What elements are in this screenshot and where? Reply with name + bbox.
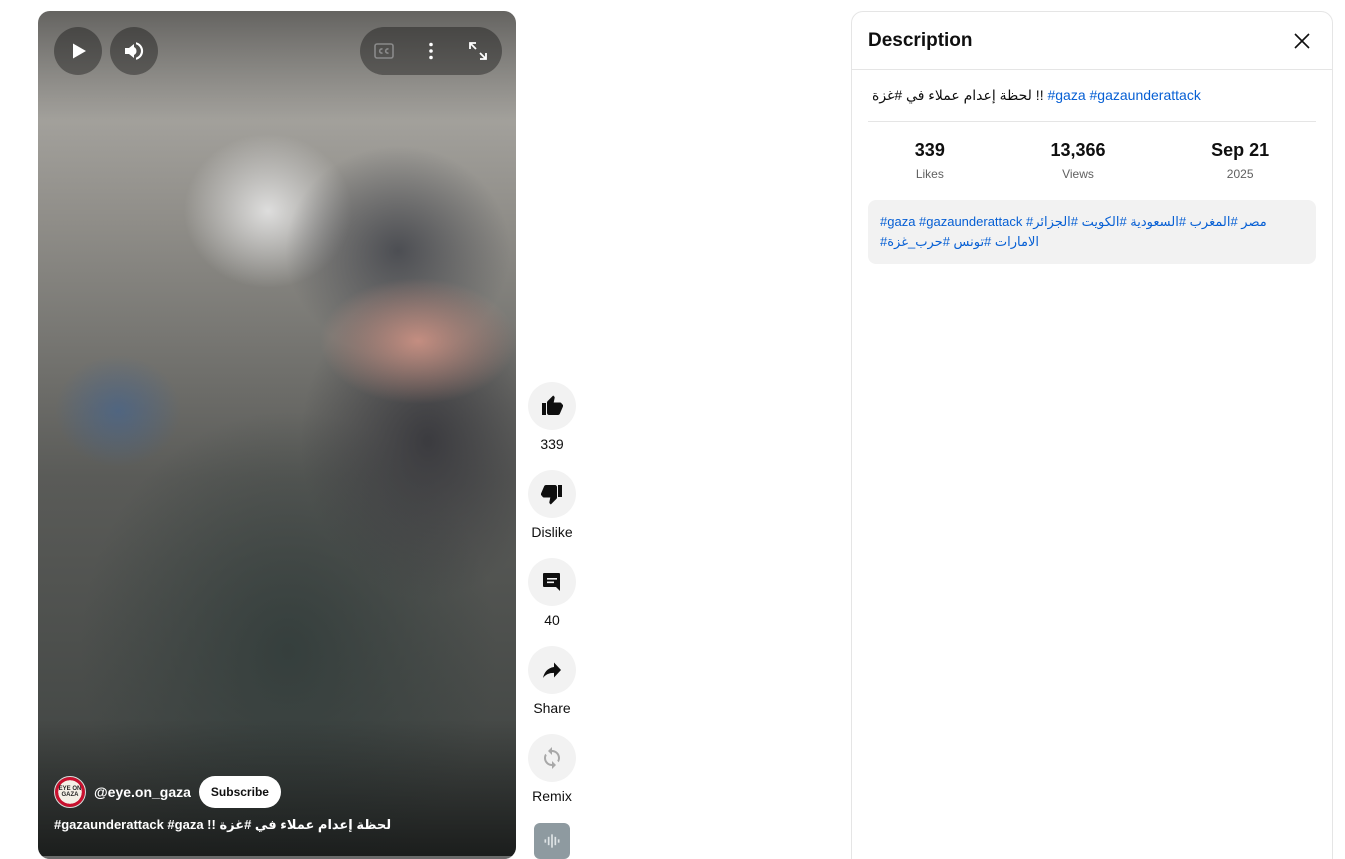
description-heading: Description [868,29,973,51]
thumbs-up-icon [542,395,563,415]
audio-waveform-icon [544,834,560,848]
stats-row: 339 Likes 13,366 Views Sep 21 2025 [852,122,1332,200]
share-action: Share [528,646,576,716]
sound-button[interactable] [534,823,570,859]
more-options-button[interactable] [407,27,455,75]
date-year: 2025 [1226,167,1254,181]
comment-icon [543,573,560,591]
like-button[interactable] [528,382,576,430]
description-tags-box: #gaza #gazaunderattack #مصر #المغرب #الس… [868,200,1316,264]
comments-action: 40 [528,558,576,628]
fullscreen-button[interactable] [454,27,502,75]
dislike-button[interactable] [528,470,576,518]
remix-icon [544,747,560,769]
dislike-action: Dislike [528,470,576,540]
player-controls-group [360,27,502,75]
video-title[interactable]: #gazaunderattack #gaza !! لحظة إعدام عمل… [54,817,391,833]
views-stat: 13,366 Views [1050,140,1105,200]
hashtags-line-1[interactable]: #gaza #gazaunderattack #مصر #المغرب #الس… [880,214,1267,229]
like-action: 339 [528,382,576,452]
captions-button[interactable] [360,27,408,75]
thumbs-down-icon [541,485,562,505]
closed-captions-icon [374,43,394,59]
play-icon [73,43,86,59]
date-value: Sep 21 [1211,140,1270,160]
channel-handle[interactable]: @eye.on_gaza [94,784,191,800]
close-button[interactable] [1282,21,1322,61]
description-title-text: لحظة إعدام عملاء في #غزة !! [872,87,1048,103]
share-icon [543,662,561,678]
comment-count: 40 [544,612,560,628]
fullscreen-icon [469,42,487,60]
more-vert-icon [429,42,433,60]
play-button[interactable] [54,27,102,75]
close-icon [1294,32,1310,49]
remix-action: Remix [528,734,576,804]
views-value: 13,366 [1050,140,1106,160]
channel-avatar[interactable]: EYE ON GAZA [54,776,86,808]
comments-button[interactable] [528,558,576,606]
share-label: Share [533,700,571,716]
hashtags-line-2[interactable]: #الامارات #تونس #حرب_غزة [880,234,1039,249]
share-button[interactable] [528,646,576,694]
channel-row: EYE ON GAZA @eye.on_gaza Subscribe [54,776,281,808]
avatar-logo-text: EYE ON GAZA [58,786,82,798]
like-count: 339 [540,436,564,452]
description-panel: Description لحظة إعدام عملاء في #غزة !! … [851,11,1333,859]
date-stat: Sep 21 2025 [1211,140,1269,200]
views-label: Views [1062,167,1094,181]
remix-label: Remix [532,788,572,804]
description-header: Description [852,12,1332,70]
likes-label: Likes [915,167,944,181]
likes-value: 339 [914,140,945,160]
shorts-page: EYE ON GAZA @eye.on_gaza Subscribe #gaza… [0,0,1345,859]
subscribe-button[interactable]: Subscribe [198,776,281,808]
likes-stat: 339 Likes [915,140,945,200]
volume-icon [125,42,144,60]
remix-button[interactable] [528,734,576,782]
description-title: لحظة إعدام عملاء في #غزة !! #gaza #gazau… [868,70,1316,122]
description-title-hashtags[interactable]: #gaza #gazaunderattack [1047,87,1200,103]
video-player[interactable]: EYE ON GAZA @eye.on_gaza Subscribe #gaza… [38,11,516,859]
volume-button[interactable] [110,27,158,75]
dislike-label: Dislike [531,524,573,540]
